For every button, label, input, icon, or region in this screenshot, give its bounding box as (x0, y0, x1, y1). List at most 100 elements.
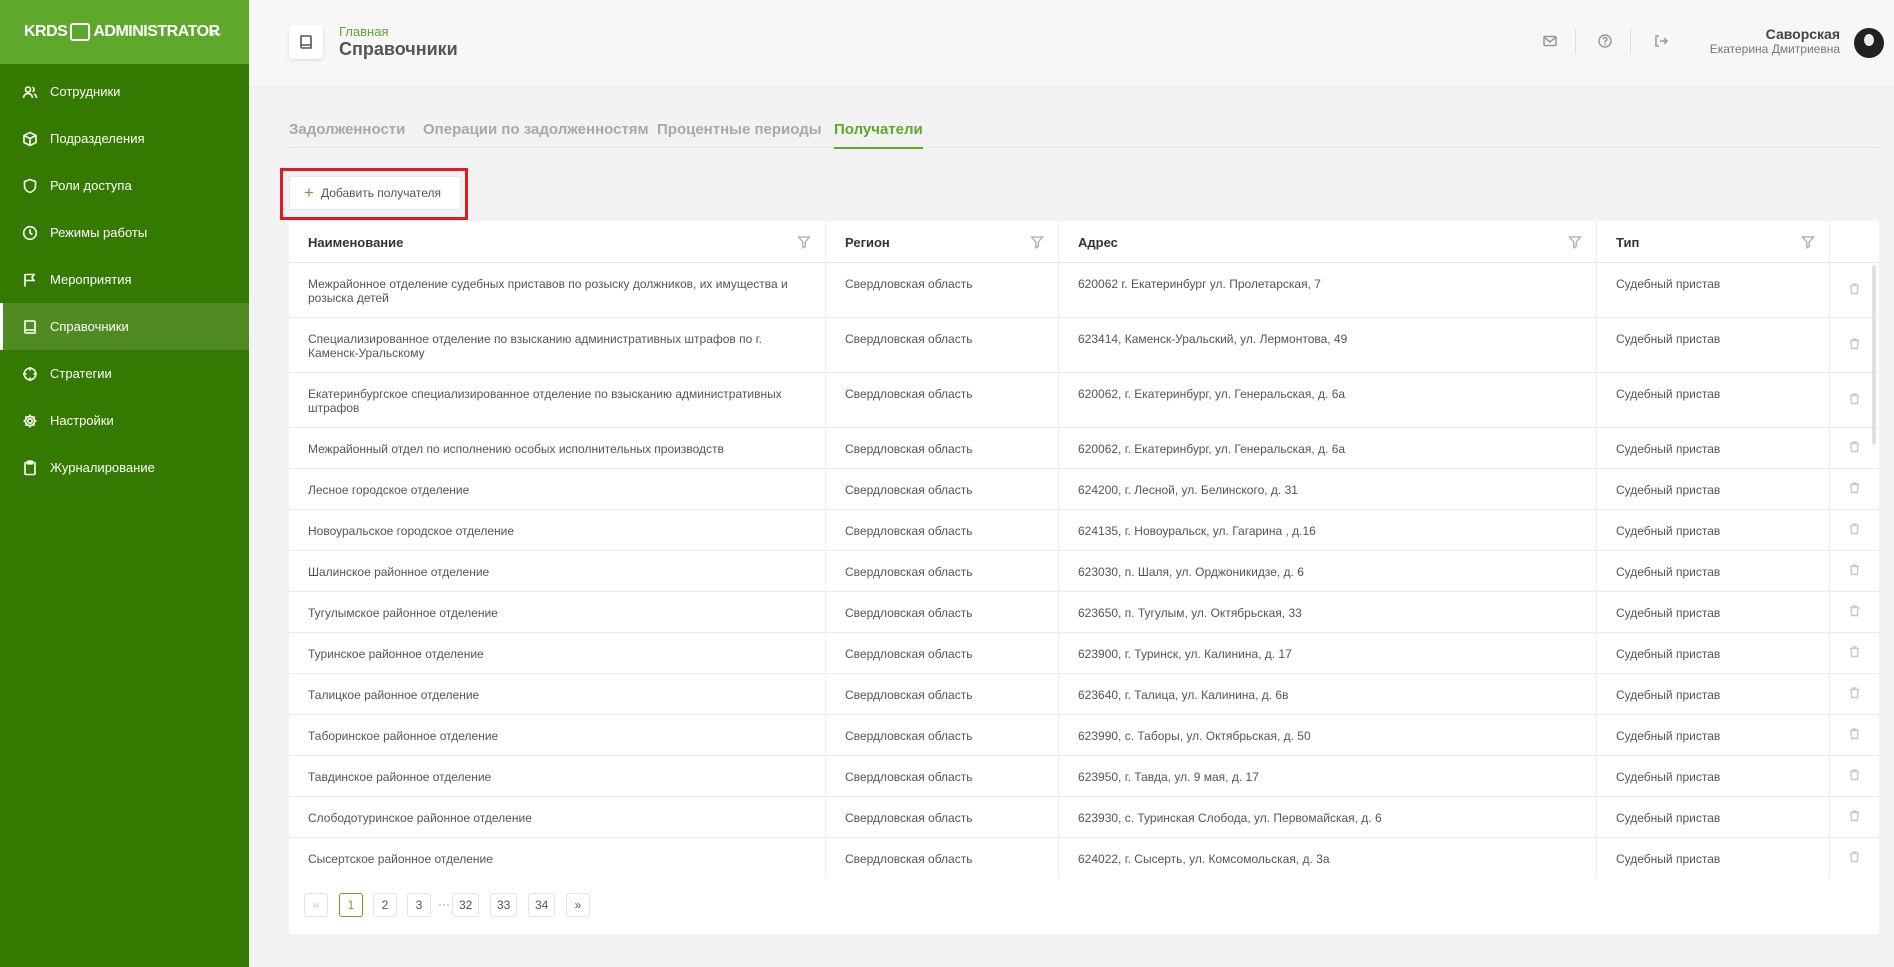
sidebar-item[interactable]: Режимы работы (0, 209, 249, 256)
table-cell: Тугулымское районное отделение (289, 592, 826, 632)
recipients-table: Наименование Регион Адрес Тип Межрайонное о… (289, 221, 1879, 934)
cell-text: 623640, г. Талица, ул. Калинина, д. 6в (1078, 688, 1289, 702)
filter-icon[interactable] (1801, 235, 1815, 249)
table-row[interactable]: Лесное городское отделение Свердловская о… (289, 469, 1879, 510)
delete-row-button[interactable] (1830, 756, 1879, 796)
filter-icon[interactable] (1568, 235, 1582, 249)
column-header-label: Наименование (308, 234, 404, 250)
cell-text: Судебный пристав (1616, 852, 1721, 866)
tab[interactable]: Процентные периоды (657, 121, 822, 147)
cell-text: 623030, п. Шаля, ул. Орджоникидзе, д. 6 (1078, 565, 1304, 579)
column-header-label: Регион (845, 234, 890, 250)
table-row[interactable]: Тугулымское районное отделение Свердловск… (289, 592, 1879, 633)
table-row[interactable]: Талицкое районное отделение Свердловская … (289, 674, 1879, 715)
logo-text-right: ADMINISTRATOR (93, 23, 220, 40)
tab[interactable]: Задолженности (289, 121, 405, 147)
delete-row-button[interactable] (1830, 510, 1879, 550)
trash-icon (1848, 809, 1861, 825)
sidebar-item[interactable]: Настройки (0, 397, 249, 444)
delete-row-button[interactable] (1830, 469, 1879, 509)
app-logo[interactable]: KRDS ADMINISTRATOR (24, 23, 220, 41)
table-row[interactable]: Тавдинское районное отделение Свердловска… (289, 756, 1879, 797)
breadcrumb-home[interactable]: Главная (339, 24, 388, 39)
cell-text: 624135, г. Новоуральск, ул. Гагарина , д… (1078, 524, 1316, 538)
users-icon (22, 84, 38, 100)
user-last-name[interactable]: Саворская (1766, 26, 1840, 42)
user-first-name[interactable]: Екатерина Дмитриевна (1710, 42, 1840, 56)
table-cell: Судебный пристав (1597, 469, 1830, 509)
avatar[interactable] (1854, 28, 1884, 58)
cell-text: 620062, г. Екатеринбург, ул. Генеральска… (1078, 387, 1346, 401)
cell-text: Свердловская область (845, 606, 973, 620)
sidebar-item[interactable]: Справочники (0, 303, 249, 350)
table-cell: Свердловская область (826, 674, 1059, 714)
trash-icon (1848, 440, 1861, 456)
delete-row-button[interactable] (1830, 797, 1879, 837)
gear-icon (22, 413, 38, 429)
delete-row-button[interactable] (1830, 715, 1879, 755)
cell-text: 623900, г. Туринск, ул. Калинина, д. 17 (1078, 647, 1292, 661)
table-cell: Судебный пристав (1597, 756, 1830, 796)
table-row[interactable]: Таборинское районное отделение Свердловск… (289, 715, 1879, 756)
table-row[interactable]: Межрайонный отдел по исполнению особых и… (289, 428, 1879, 469)
trash-icon (1848, 337, 1861, 353)
tab[interactable]: Получатели (834, 121, 923, 149)
pagination-page[interactable]: 1 (339, 893, 363, 917)
table-row[interactable]: Межрайонное отделение судебных приставов… (289, 263, 1879, 318)
delete-row-button[interactable] (1830, 633, 1879, 673)
sidebar-item[interactable]: Стратегии (0, 350, 249, 397)
header-divider (1575, 28, 1576, 54)
pagination-page[interactable]: 3 (407, 893, 431, 917)
table-row[interactable]: Новоуральское городское отделение Свердло… (289, 510, 1879, 551)
tab[interactable]: Операции по задолженностям (423, 121, 649, 147)
pagination-page[interactable]: 33 (490, 893, 518, 917)
pagination-page[interactable]: 34 (528, 893, 556, 917)
table-cell: Свердловская область (826, 263, 1059, 317)
delete-row-button[interactable] (1830, 551, 1879, 591)
cell-text: Новоуральское городское отделение (308, 524, 515, 538)
delete-row-button[interactable] (1830, 592, 1879, 632)
pagination-page[interactable]: 2 (373, 893, 397, 917)
table-cell: Свердловская область (826, 318, 1059, 372)
table-cell: Межрайонное отделение судебных приставов… (289, 263, 826, 317)
sidebar-item[interactable]: Журналирование (0, 444, 249, 491)
table-row[interactable]: Екатеринбургское специализированное отде… (289, 373, 1879, 428)
sidebar-item[interactable]: Сотрудники (0, 68, 249, 115)
sidebar-item[interactable]: Роли доступа (0, 162, 249, 209)
cell-text: 624200, г. Лесной, ул. Белинского, д. 31 (1078, 483, 1298, 497)
cell-text: Свердловская область (845, 442, 973, 456)
cell-text: Судебный пристав (1616, 811, 1721, 825)
logo-bar: KRDS ADMINISTRATOR ← (0, 0, 249, 64)
cell-text: Свердловская область (845, 729, 973, 743)
sidebar-item[interactable]: Подразделения (0, 115, 249, 162)
table-row[interactable]: Слободотуринское районное отделение Сверд… (289, 797, 1879, 838)
trash-icon (1848, 522, 1861, 538)
pagination-next-button[interactable]: » (566, 893, 590, 917)
table-row[interactable]: Шалинское районное отделение Свердловская… (289, 551, 1879, 592)
table-scrollbar[interactable] (1872, 265, 1876, 445)
trash-icon (1848, 850, 1861, 866)
table-row[interactable]: Сысертское районное отделение Свердловска… (289, 838, 1879, 877)
trash-icon (1848, 563, 1861, 579)
add-recipient-button[interactable]: + Добавить получателя (289, 176, 461, 210)
collapse-sidebar-button[interactable]: ← (207, 22, 225, 40)
column-header: Тип (1597, 221, 1830, 263)
column-header-label: Адрес (1078, 234, 1118, 250)
sidebar-item[interactable]: Мероприятия (0, 256, 249, 303)
cell-text: 624022, г. Сысерть, ул. Комсомольская, д… (1078, 852, 1330, 866)
table-row[interactable]: Специализированное отделение по взыскани… (289, 318, 1879, 373)
logout-icon[interactable] (1653, 33, 1669, 49)
table-row[interactable]: Туринское районное отделение Свердловская… (289, 633, 1879, 674)
filter-icon[interactable] (797, 235, 811, 249)
logo-box-icon (70, 23, 91, 41)
mail-icon[interactable] (1542, 33, 1558, 49)
pagination-page[interactable]: 32 (452, 893, 480, 917)
table-cell: Свердловская область (826, 715, 1059, 755)
filter-icon[interactable] (1030, 235, 1044, 249)
delete-row-button[interactable] (1830, 674, 1879, 714)
cube-icon (22, 131, 38, 147)
help-icon[interactable] (1597, 33, 1613, 49)
table-cell: Свердловская область (826, 510, 1059, 550)
pagination-prev-button[interactable]: « (304, 893, 328, 917)
delete-row-button[interactable] (1830, 838, 1879, 877)
